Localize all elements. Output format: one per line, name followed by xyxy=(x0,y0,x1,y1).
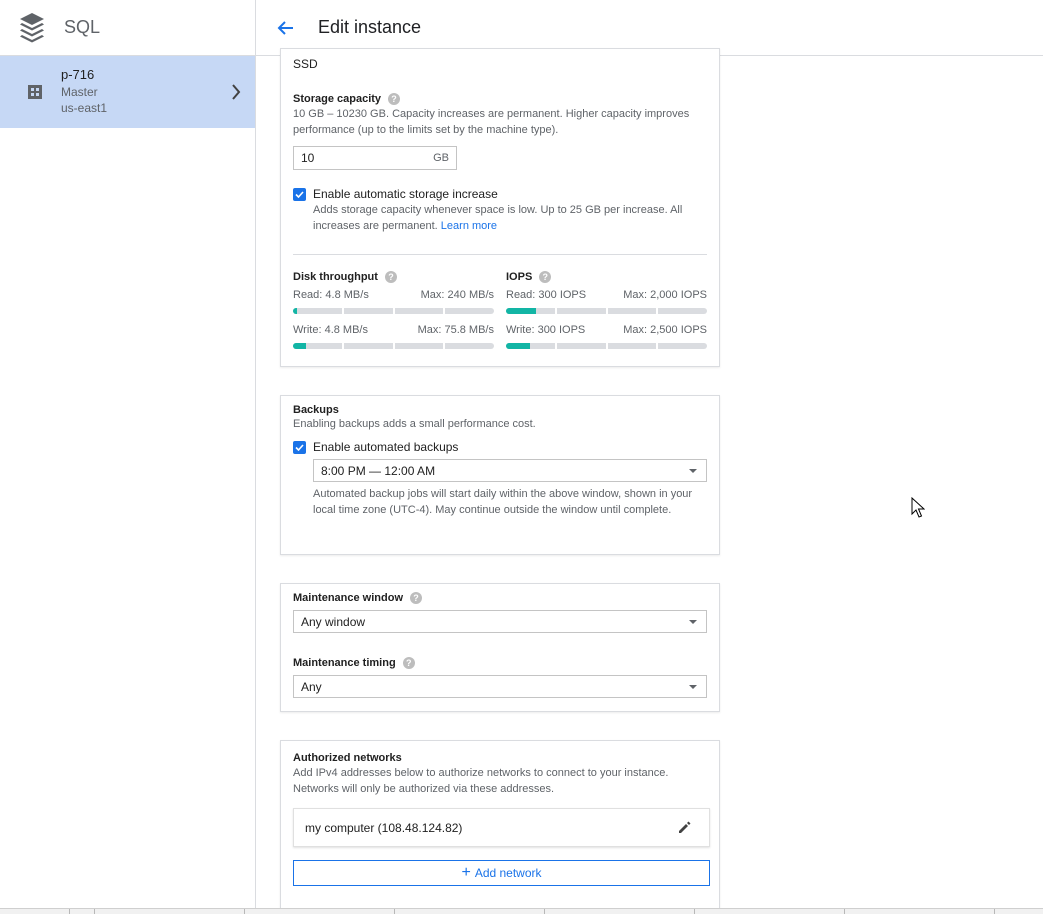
auto-increase-row: Enable automatic storage increase xyxy=(293,187,498,201)
dropdown-caret-icon xyxy=(689,685,697,689)
storage-capacity-field[interactable]: GB xyxy=(293,146,457,170)
product-name: SQL xyxy=(64,17,101,37)
check-icon xyxy=(295,443,304,451)
auto-increase-label: Enable automatic storage increase xyxy=(313,187,498,201)
sidebar-item-instance[interactable]: p-716 Master us-east1 xyxy=(0,56,255,128)
instance-role: Master xyxy=(61,84,98,99)
iops-label: IOPS ? xyxy=(506,271,552,283)
iops-label-text: IOPS xyxy=(506,271,533,283)
throughput-write-meter xyxy=(293,343,494,349)
throughput-read-max: Max: 240 MB/s xyxy=(420,289,494,301)
check-icon xyxy=(295,190,304,198)
disk-throughput-label: Disk throughput ? xyxy=(293,271,397,283)
maintenance-window-label: Maintenance window ? xyxy=(293,592,423,604)
storage-capacity-label-text: Storage capacity xyxy=(293,93,382,105)
instance-info: p-716 Master us-east1 xyxy=(61,67,107,117)
storage-unit-label: GB xyxy=(433,152,449,164)
help-icon[interactable]: ? xyxy=(539,271,552,283)
auto-increase-checkbox[interactable] xyxy=(293,187,306,201)
storage-card: SSD Storage capacity ? 10 GB – 10230 GB.… xyxy=(280,48,720,367)
sidebar: SQL p-716 Master us-east1 xyxy=(0,0,256,914)
bottom-strip xyxy=(0,908,1043,914)
maintenance-window-select[interactable]: Any window xyxy=(293,610,707,633)
iops-write-max: Max: 2,500 IOPS xyxy=(623,324,707,336)
plus-icon: + xyxy=(461,864,471,881)
storage-type-value: SSD xyxy=(293,57,318,71)
auto-increase-desc: Adds storage capacity whenever space is … xyxy=(313,202,693,234)
sidebar-header: SQL xyxy=(0,0,255,56)
backups-enable-checkbox[interactable] xyxy=(293,440,306,454)
networks-label: Authorized networks xyxy=(293,752,402,764)
backup-window-desc: Automated backup jobs will start daily w… xyxy=(313,488,693,516)
storage-capacity-desc: 10 GB – 10230 GB. Capacity increases are… xyxy=(293,108,690,136)
iops-read-fill xyxy=(506,308,537,314)
add-network-button[interactable]: + Add network xyxy=(293,860,710,886)
back-button[interactable] xyxy=(273,16,297,40)
networks-card: Authorized networks Add IPv4 addresses b… xyxy=(280,740,720,910)
dropdown-caret-icon xyxy=(689,469,697,473)
sql-layers-icon xyxy=(20,12,44,42)
backups-desc: Enabling backups adds a small performanc… xyxy=(293,418,536,430)
maintenance-card: Maintenance window ? Any window Maintena… xyxy=(280,583,720,712)
throughput-write-fill xyxy=(293,343,306,349)
network-name: my computer (108.48.124.82) xyxy=(305,820,463,835)
throughput-write-max: Max: 75.8 MB/s xyxy=(417,324,494,336)
chevron-right-icon xyxy=(232,84,241,100)
backup-window-value: 8:00 PM — 12:00 AM xyxy=(321,463,436,478)
backup-window-select[interactable]: 8:00 PM — 12:00 AM xyxy=(313,459,707,482)
help-icon[interactable]: ? xyxy=(410,592,423,604)
pencil-icon[interactable] xyxy=(678,821,691,834)
iops-write-meter xyxy=(506,343,707,349)
add-network-label: Add network xyxy=(474,866,542,880)
auto-increase-desc-text: Adds storage capacity whenever space is … xyxy=(313,204,683,232)
help-icon[interactable]: ? xyxy=(388,93,401,105)
maintenance-window-value: Any window xyxy=(301,614,366,629)
page-title: Edit instance xyxy=(318,17,422,37)
instance-grid-icon xyxy=(28,85,42,99)
backups-enable-label: Enable automated backups xyxy=(313,440,459,454)
mouse-cursor-icon xyxy=(911,497,925,518)
disk-throughput-label-text: Disk throughput xyxy=(293,271,378,283)
backups-card: Backups Enabling backups adds a small pe… xyxy=(280,395,720,555)
help-icon[interactable]: ? xyxy=(384,271,397,283)
throughput-read-meter xyxy=(293,308,494,314)
backups-label: Backups xyxy=(293,404,339,416)
dropdown-caret-icon xyxy=(689,620,697,624)
learn-more-link[interactable]: Learn more xyxy=(441,220,497,232)
iops-read-max: Max: 2,000 IOPS xyxy=(623,289,707,301)
iops-read-meter xyxy=(506,308,707,314)
networks-desc: Add IPv4 addresses below to authorize ne… xyxy=(293,767,669,795)
backups-enable-row: Enable automated backups xyxy=(293,440,458,454)
storage-capacity-input[interactable] xyxy=(301,151,421,165)
maintenance-timing-label: Maintenance timing ? xyxy=(293,657,415,669)
help-icon[interactable]: ? xyxy=(402,657,415,669)
network-item: my computer (108.48.124.82) xyxy=(293,808,710,847)
maintenance-window-label-text: Maintenance window xyxy=(293,592,404,604)
maintenance-timing-select[interactable]: Any xyxy=(293,675,707,698)
iops-write-fill xyxy=(506,343,531,349)
storage-divider xyxy=(293,254,707,255)
maintenance-timing-value: Any xyxy=(301,679,322,694)
throughput-read-fill xyxy=(293,308,298,314)
maintenance-timing-label-text: Maintenance timing xyxy=(293,657,396,669)
instance-name: p-716 xyxy=(61,67,95,83)
instance-region: us-east1 xyxy=(61,101,108,116)
arrow-back-icon xyxy=(277,20,293,35)
storage-capacity-label: Storage capacity ? xyxy=(293,93,401,105)
